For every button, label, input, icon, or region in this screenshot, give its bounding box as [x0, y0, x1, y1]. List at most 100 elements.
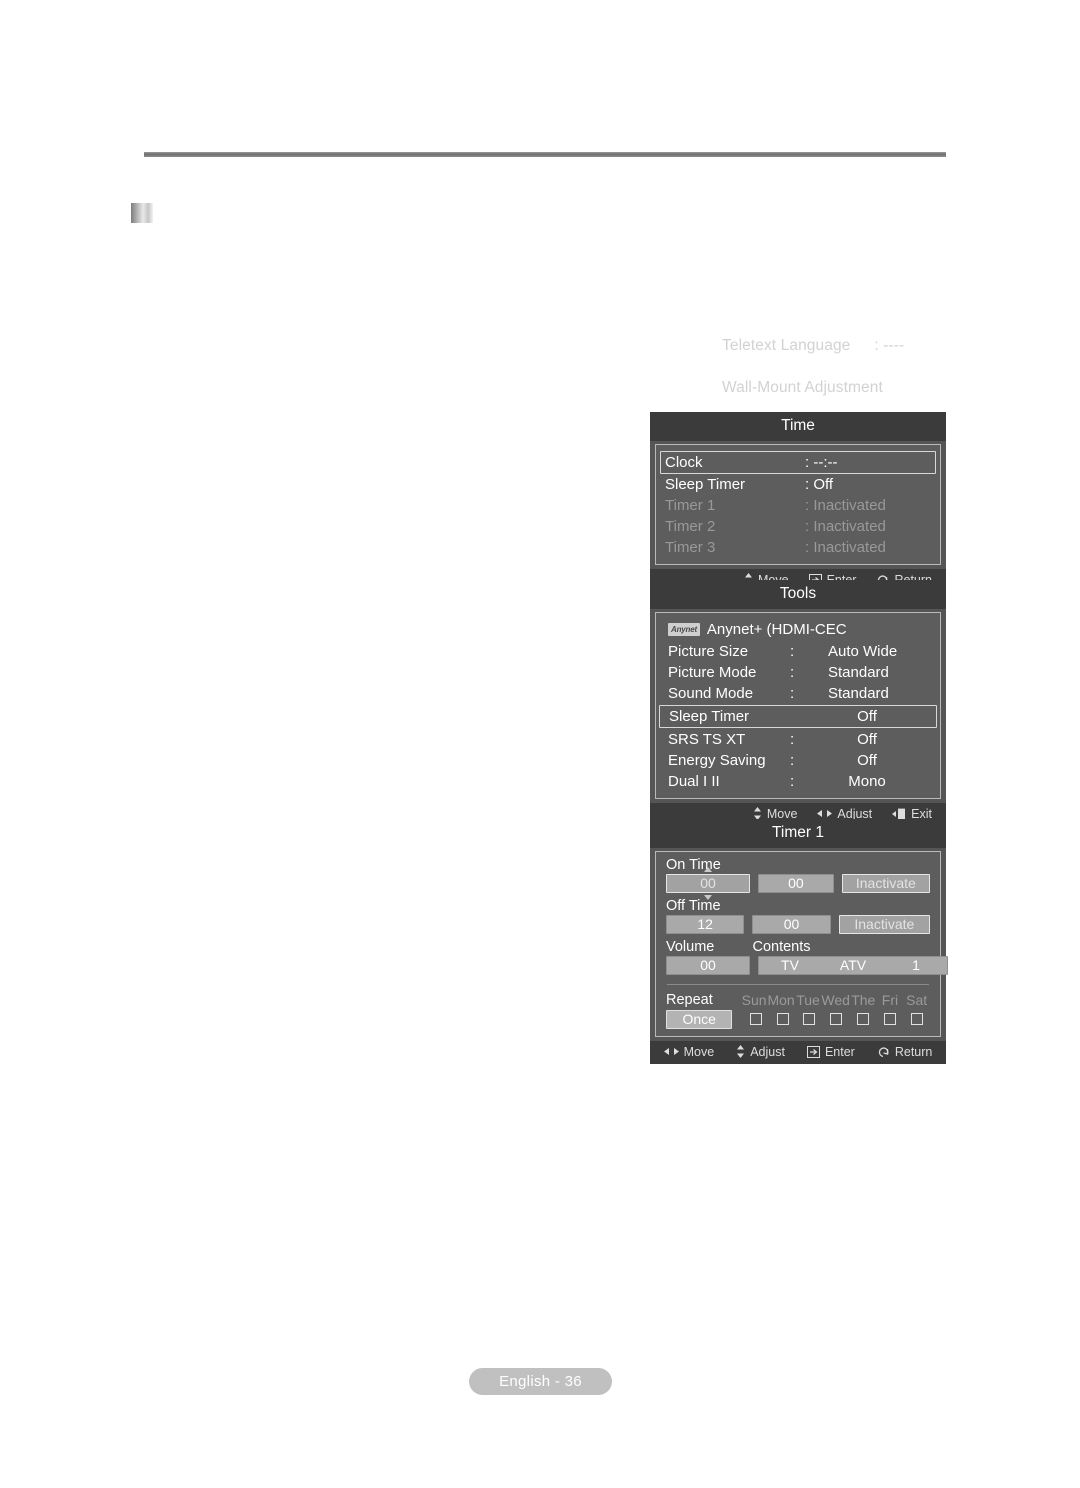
- tools-row-picture-size[interactable]: Picture Size : Auto Wide: [656, 641, 940, 662]
- volume-field[interactable]: 00: [666, 955, 750, 975]
- tools-row-energy-saving-value: Off: [857, 751, 877, 769]
- on-time-hour-spinner[interactable]: 00: [666, 866, 750, 900]
- tools-row-srs-ts-xt[interactable]: SRS TS XT : Off: [656, 729, 940, 750]
- enter-icon: [806, 1045, 820, 1058]
- tools-panel-body: Anynet Anynet+ (HDMI-CEC Picture Size : …: [655, 611, 941, 799]
- tools-row-energy-saving-label: Energy Saving: [668, 751, 766, 769]
- faded-teletext-language-label: Teletext Language: [722, 337, 851, 354]
- day-header-mon: Mon: [767, 991, 795, 1008]
- repeat-days-header: Repeat Sun Mon Tue Wed The Fri Sat: [666, 992, 930, 1008]
- on-time-field-row: 00 00 Inactivate: [666, 866, 930, 900]
- day-header-tue: Tue: [796, 991, 820, 1008]
- time-row-timer-2-label: Timer 2: [665, 517, 716, 535]
- return-icon: [877, 1046, 890, 1058]
- tools-row-sound-mode-label: Sound Mode: [668, 684, 754, 702]
- tools-row-picture-mode[interactable]: Picture Mode : Standard: [656, 662, 940, 683]
- on-time-minute-field[interactable]: 00: [758, 873, 834, 893]
- tools-row-picture-size-colon: :: [790, 642, 795, 660]
- off-time-field-row: 12 00 Inactivate: [666, 914, 931, 934]
- exit-icon: [892, 808, 906, 820]
- tools-row-sleep-timer-value: Off: [857, 707, 877, 725]
- tools-row-sleep-timer[interactable]: Sleep Timer Off: [659, 704, 937, 728]
- time-row-timer-2-value: : Inactivated: [805, 517, 886, 535]
- tools-row-dual-i-ii-colon: :: [790, 772, 795, 790]
- repeat-mode-field[interactable]: Once: [666, 1009, 733, 1029]
- tools-row-sound-mode-value: Standard: [828, 684, 889, 702]
- time-row-timer-1-label: Timer 1: [665, 496, 716, 514]
- tools-row-dual-i-ii-value: Mono: [848, 772, 886, 790]
- tools-row-sleep-timer-label: Sleep Timer: [669, 707, 750, 725]
- day-header-wed: Wed: [821, 991, 850, 1008]
- volume-contents-fields: 00 TV ATV 1: [666, 955, 948, 975]
- off-time-hour-field[interactable]: 12: [666, 914, 745, 934]
- on-time-hour-field[interactable]: 00: [666, 873, 750, 893]
- off-time-state-field[interactable]: Inactivate: [838, 914, 931, 934]
- volume-label: Volume: [666, 938, 715, 955]
- day-checkbox-fri[interactable]: [883, 1013, 896, 1025]
- time-osd-panel: Time Clock : --:-- Sleep Timer : Off Tim…: [650, 412, 946, 592]
- leftright-arrow-icon: [817, 809, 833, 818]
- contents-label: Contents: [752, 938, 811, 955]
- updown-arrow-icon: [736, 1045, 745, 1058]
- time-row-clock[interactable]: Clock : --:--: [660, 450, 936, 474]
- spinner-up-arrow-icon[interactable]: [704, 866, 712, 872]
- time-row-clock-label: Clock: [665, 453, 703, 471]
- contents-source-field[interactable]: TV: [759, 957, 821, 974]
- timer-footer-adjust: Adjust: [736, 1045, 785, 1059]
- day-checkbox-tue[interactable]: [803, 1013, 816, 1025]
- timer-footer-move-label: Move: [683, 1044, 715, 1059]
- time-row-timer-1-value: : Inactivated: [805, 496, 886, 514]
- spinner-down-arrow-icon[interactable]: [704, 894, 712, 900]
- page-number-badge: English - 36: [469, 1368, 612, 1395]
- time-row-timer-3[interactable]: Timer 3 : Inactivated: [656, 537, 940, 558]
- day-checkbox-mon[interactable]: [776, 1013, 789, 1025]
- repeat-label: Repeat: [666, 991, 713, 1008]
- time-row-sleep-timer[interactable]: Sleep Timer : Off: [656, 474, 940, 495]
- tools-row-picture-size-label: Picture Size: [668, 642, 749, 660]
- time-row-sleep-timer-label: Sleep Timer: [665, 475, 746, 493]
- tools-row-anynet-label: Anynet+ (HDMI-CEC: [706, 621, 847, 638]
- time-row-timer-1[interactable]: Timer 1 : Inactivated: [656, 495, 940, 516]
- header-divider-rule: [144, 152, 946, 157]
- timer-panel-footer: Move Adjust Enter Return: [650, 1040, 946, 1064]
- contents-mode-field[interactable]: ATV: [821, 957, 885, 974]
- time-row-timer-3-label: Timer 3: [665, 538, 716, 556]
- tools-row-dual-i-ii[interactable]: Dual I II : Mono: [656, 771, 940, 792]
- timer-osd-panel: Timer 1 On Time 00 00 Inactivate Off Tim…: [650, 819, 948, 1064]
- tools-row-picture-size-value: Auto Wide: [828, 642, 898, 660]
- tools-row-dual-i-ii-label: Dual I II: [668, 772, 720, 790]
- timer-footer-return-label: Return: [894, 1044, 933, 1059]
- faded-teletext-language-row: Teletext Language : ----: [722, 337, 904, 355]
- timer-footer-enter: Enter: [806, 1045, 855, 1059]
- day-header-sun: Sun: [741, 991, 767, 1008]
- tools-row-energy-saving[interactable]: Energy Saving : Off: [656, 750, 940, 771]
- repeat-days-row: Once: [666, 1009, 930, 1029]
- faded-teletext-language-value: : ----: [874, 337, 905, 354]
- day-checkbox-thu[interactable]: [857, 1013, 869, 1025]
- day-checkbox-wed[interactable]: [830, 1013, 843, 1025]
- tools-row-srs-ts-xt-label: SRS TS XT: [668, 730, 746, 748]
- tools-row-energy-saving-colon: :: [790, 751, 795, 769]
- time-panel-title: Time: [650, 412, 946, 441]
- timer-section-divider: [667, 983, 929, 985]
- day-checkbox-sun[interactable]: [749, 1013, 762, 1025]
- tools-row-sound-mode[interactable]: Sound Mode : Standard: [656, 683, 940, 704]
- volume-contents-labels: Volume Contents: [666, 939, 930, 956]
- tools-row-picture-mode-colon: :: [790, 663, 795, 681]
- tools-panel-title: Tools: [650, 580, 946, 609]
- time-row-clock-value: : --:--: [805, 453, 838, 471]
- on-time-state-field[interactable]: Inactivate: [841, 873, 930, 893]
- contents-channel-field[interactable]: 1: [885, 957, 947, 974]
- day-checkbox-sat[interactable]: [910, 1013, 923, 1025]
- tools-row-anynet[interactable]: Anynet Anynet+ (HDMI-CEC: [656, 619, 940, 641]
- anynet-logo-icon: Anynet: [668, 623, 700, 636]
- faded-wall-mount-adjustment-row: Wall-Mount Adjustment: [722, 379, 883, 396]
- time-row-sleep-timer-value: : Off: [805, 475, 834, 493]
- leftright-arrow-icon: [663, 1047, 679, 1056]
- contents-field-group[interactable]: TV ATV 1: [758, 955, 948, 975]
- timer-footer-move: Move: [663, 1044, 715, 1059]
- off-time-minute-field[interactable]: 00: [752, 914, 831, 934]
- time-row-timer-2[interactable]: Timer 2 : Inactivated: [656, 516, 940, 537]
- manual-page: Teletext Language : ---- Wall-Mount Adjus…: [0, 0, 1080, 1488]
- day-header-thu: The: [851, 991, 876, 1008]
